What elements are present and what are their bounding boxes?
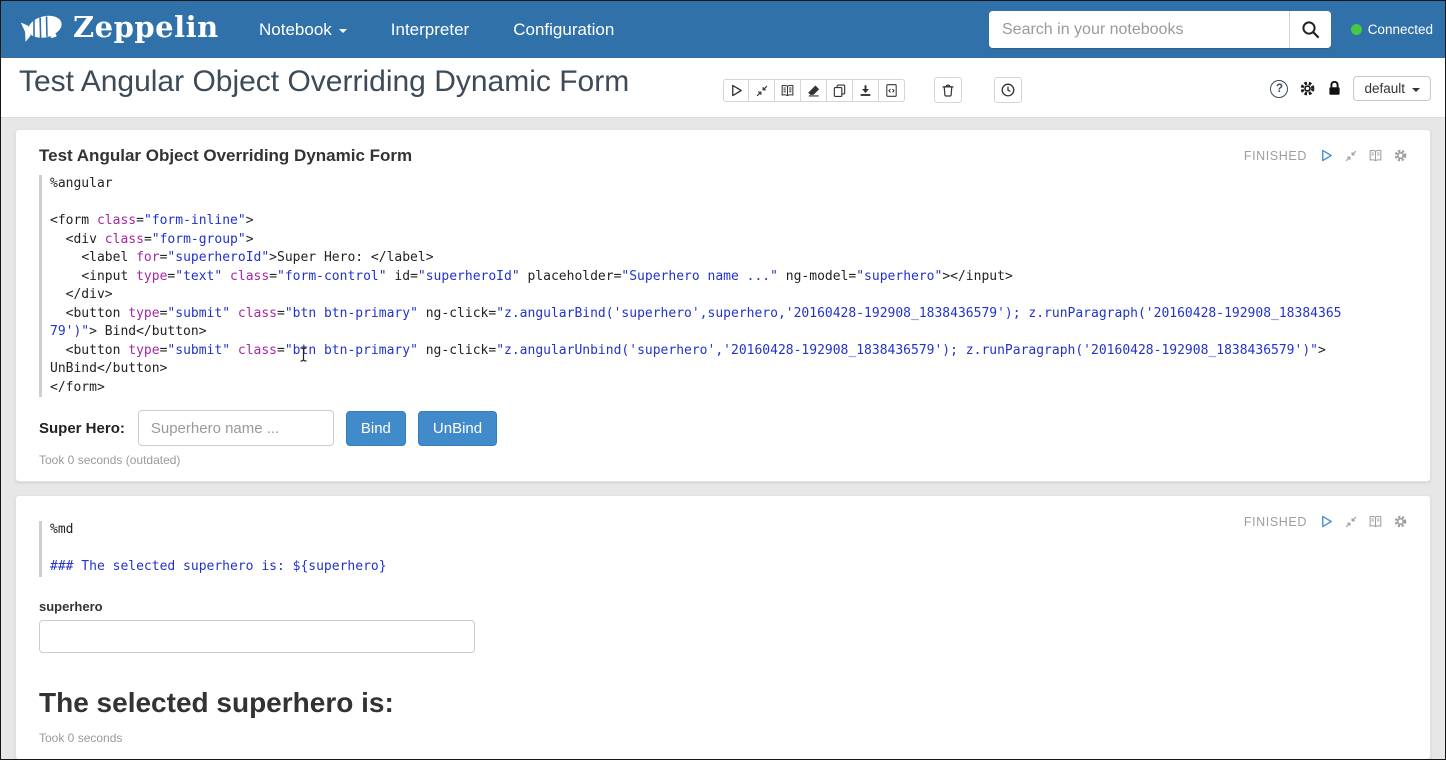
collapse-paragraphs-button[interactable] bbox=[749, 79, 775, 102]
zeppelin-blimp-icon bbox=[21, 7, 67, 47]
collapse-paragraph-icon[interactable] bbox=[1344, 515, 1358, 529]
clear-output-button[interactable] bbox=[801, 79, 827, 102]
code-view-button[interactable] bbox=[879, 79, 905, 102]
bind-button[interactable]: Bind bbox=[346, 411, 406, 446]
show-editor-icon[interactable] bbox=[1368, 148, 1383, 163]
note-settings-icon[interactable] bbox=[1299, 80, 1316, 97]
main-menu: Notebook Interpreter Configuration bbox=[259, 1, 614, 58]
chevron-down-icon bbox=[1412, 88, 1420, 92]
chevron-down-icon bbox=[339, 29, 347, 33]
eraser-icon bbox=[806, 83, 821, 98]
note-header-right: ? default bbox=[1270, 76, 1431, 101]
trash-icon bbox=[940, 82, 956, 98]
zeppelin-logo[interactable]: Zeppelin bbox=[21, 7, 219, 47]
note-header: Test Angular Object Overriding Dynamic F… bbox=[1, 58, 1445, 118]
paragraph-markdown: FINISHED %md ### The selected superhero … bbox=[15, 495, 1431, 760]
note-toolbar bbox=[723, 79, 905, 102]
show-editor-icon[interactable] bbox=[1368, 514, 1383, 529]
export-note-button[interactable] bbox=[853, 79, 879, 102]
unbind-button[interactable]: UnBind bbox=[418, 411, 497, 446]
run-all-button[interactable] bbox=[723, 79, 749, 102]
interpreter-dropdown[interactable]: default bbox=[1353, 76, 1431, 101]
superhero-input[interactable] bbox=[138, 410, 334, 446]
run-paragraph-icon[interactable] bbox=[1319, 148, 1334, 163]
superhero-label: Super Hero: bbox=[39, 420, 125, 437]
show-hide-code-button[interactable] bbox=[775, 79, 801, 102]
md-output-heading: The selected superhero is: bbox=[39, 687, 1408, 719]
menu-configuration[interactable]: Configuration bbox=[513, 20, 614, 40]
menu-notebook[interactable]: Notebook bbox=[259, 20, 347, 40]
search-icon bbox=[1301, 20, 1320, 39]
paragraph-title: Test Angular Object Overriding Dynamic F… bbox=[39, 146, 1408, 166]
collapse-icon bbox=[755, 84, 769, 98]
delete-note-button[interactable] bbox=[934, 77, 962, 103]
help-icon[interactable]: ? bbox=[1270, 80, 1288, 98]
search-input[interactable] bbox=[989, 11, 1289, 48]
dynamic-form-output: Super Hero: Bind UnBind bbox=[39, 410, 1408, 446]
paragraph-controls: FINISHED bbox=[1244, 514, 1408, 529]
status-badge: FINISHED bbox=[1244, 149, 1307, 163]
paragraph-angular: Test Angular Object Overriding Dynamic F… bbox=[15, 129, 1431, 482]
menu-interpreter[interactable]: Interpreter bbox=[391, 20, 469, 40]
status-badge: FINISHED bbox=[1244, 515, 1307, 529]
run-paragraph-icon[interactable] bbox=[1319, 514, 1334, 529]
zeppelin-window: Zeppelin Notebook Interpreter Configurat… bbox=[0, 0, 1446, 760]
lock-icon[interactable] bbox=[1327, 80, 1342, 97]
clock-icon bbox=[1000, 82, 1016, 98]
note-title[interactable]: Test Angular Object Overriding Dynamic F… bbox=[19, 65, 629, 99]
scheduler-button[interactable] bbox=[994, 77, 1022, 103]
book-icon bbox=[780, 83, 795, 98]
note-body: Test Angular Object Overriding Dynamic F… bbox=[1, 118, 1445, 760]
connected-label: Connected bbox=[1368, 22, 1433, 37]
brand-name: Zeppelin bbox=[73, 10, 219, 44]
search-button[interactable] bbox=[1289, 11, 1331, 48]
download-icon bbox=[858, 83, 873, 98]
notebook-search bbox=[989, 11, 1331, 48]
superhero-field-label: superhero bbox=[39, 599, 1408, 614]
code-editor-md[interactable]: %md ### The selected superhero is: ${sup… bbox=[39, 521, 1408, 577]
play-icon bbox=[729, 83, 744, 98]
code-editor-angular[interactable]: %angular <form class="form-inline"> <div… bbox=[39, 175, 1408, 397]
connection-status: Connected bbox=[1351, 1, 1433, 58]
superhero-value-input[interactable] bbox=[39, 620, 475, 653]
paragraph-settings-icon[interactable] bbox=[1393, 148, 1408, 163]
execution-time: Took 0 seconds (outdated) bbox=[39, 453, 1408, 467]
clone-icon bbox=[832, 83, 847, 98]
top-navbar: Zeppelin Notebook Interpreter Configurat… bbox=[1, 1, 1445, 58]
code-file-icon bbox=[884, 83, 899, 98]
clone-note-button[interactable] bbox=[827, 79, 853, 102]
execution-time: Took 0 seconds bbox=[39, 731, 1408, 745]
collapse-paragraph-icon[interactable] bbox=[1344, 149, 1358, 163]
paragraph-settings-icon[interactable] bbox=[1393, 514, 1408, 529]
connected-dot-icon bbox=[1351, 24, 1362, 35]
paragraph-controls: FINISHED bbox=[1244, 148, 1408, 163]
